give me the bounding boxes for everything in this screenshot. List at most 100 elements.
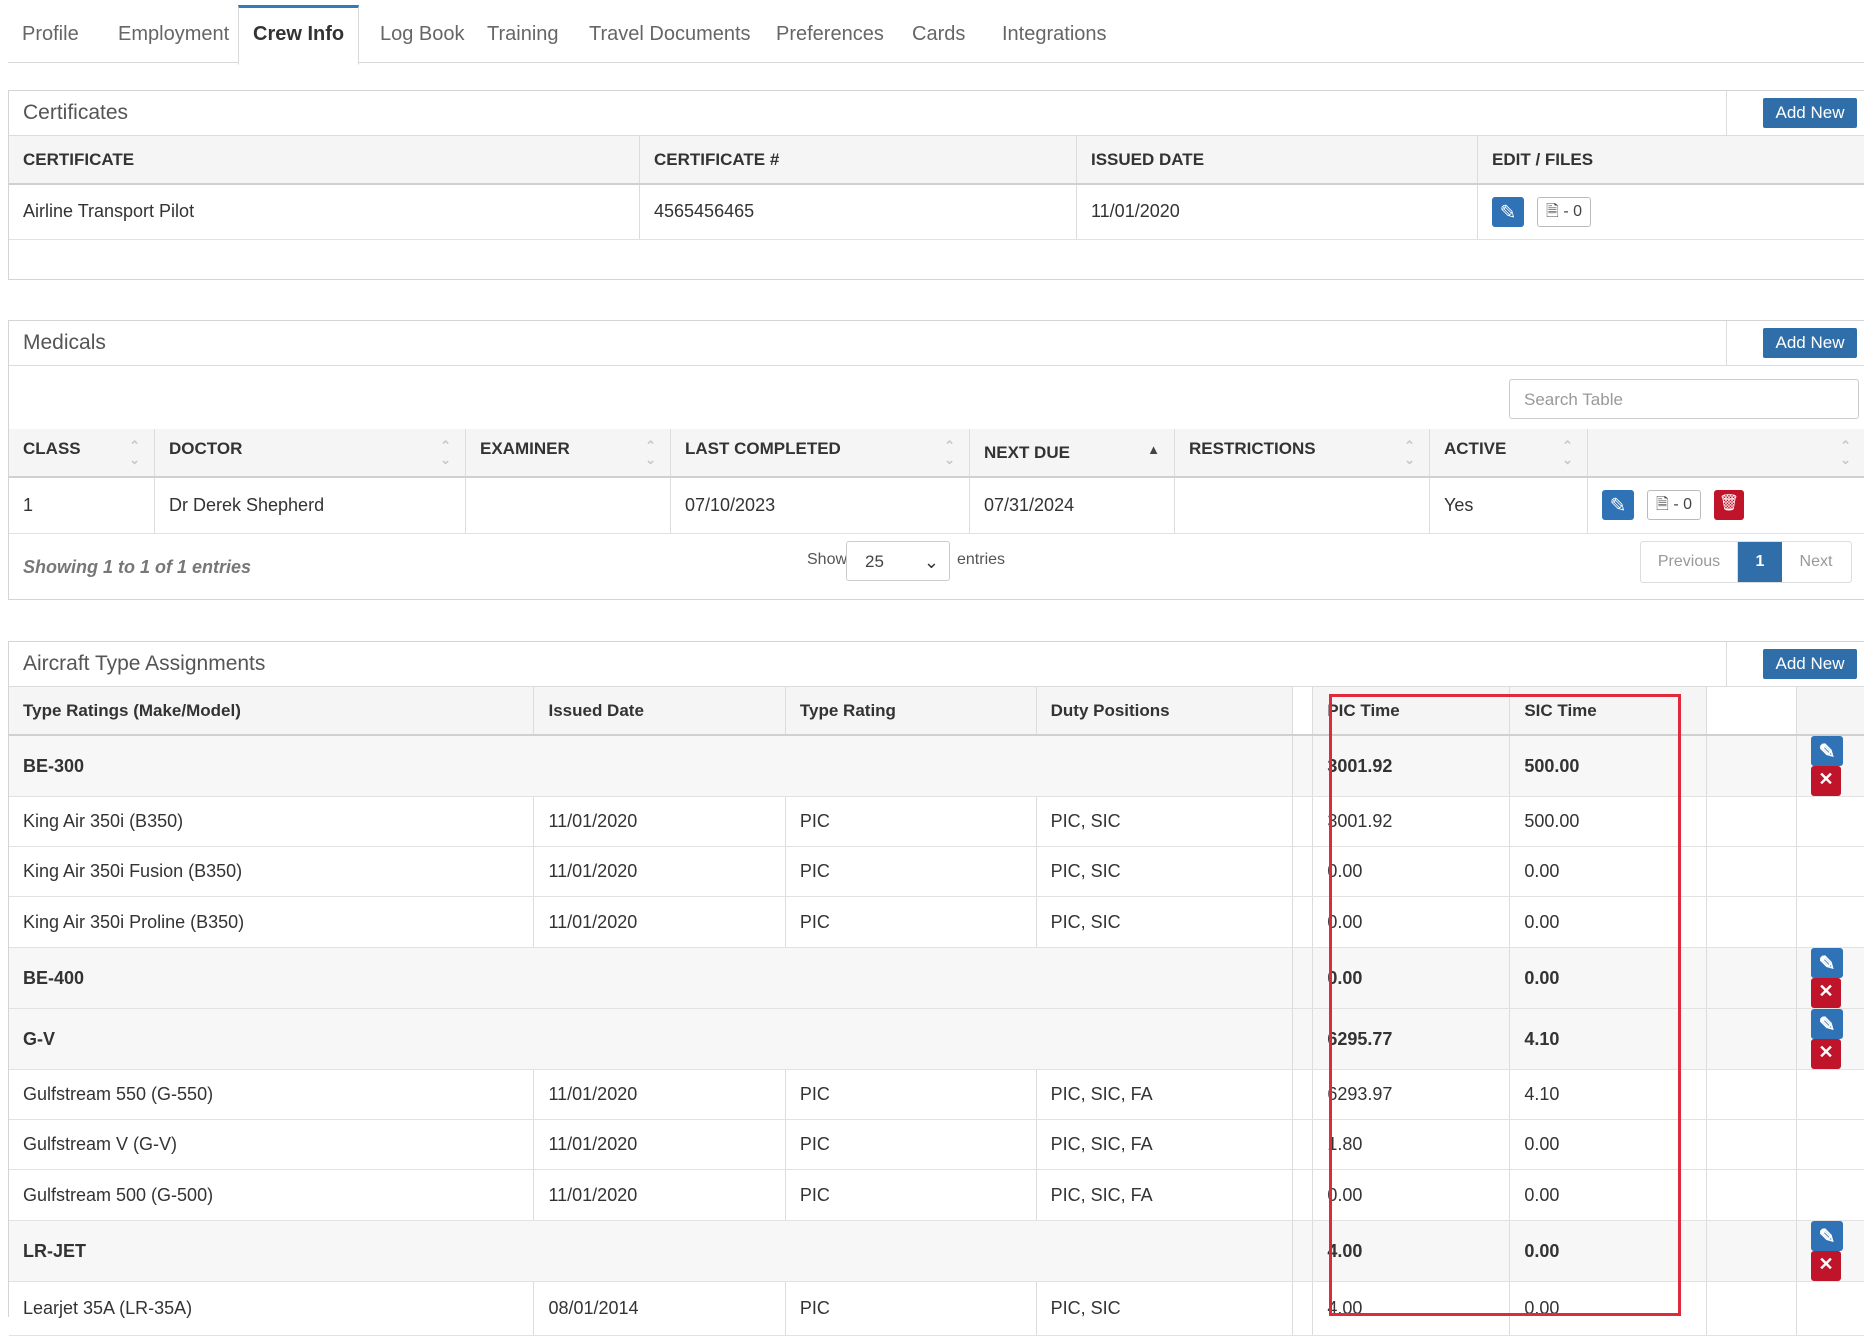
blank-cell <box>1707 1282 1797 1336</box>
trash-icon[interactable] <box>1714 490 1744 520</box>
col-class[interactable]: CLASS⌃⌄ <box>9 429 155 477</box>
sic-time: 0.00 <box>1510 1170 1707 1221</box>
table-row: Gulfstream 500 (G-500)11/01/2020PICPIC, … <box>9 1170 1864 1221</box>
edit-pencil-icon[interactable] <box>1811 736 1843 766</box>
sort-asc-icon: ▲ <box>1147 443 1160 457</box>
issued-date: 11/01/2020 <box>534 1070 785 1120</box>
certificates-panel: Certificates Add New CERTIFICATE CERTIFI… <box>8 90 1864 280</box>
pic-time: 0.00 <box>1313 897 1510 948</box>
tab-integrations[interactable]: Integrations <box>988 6 1121 62</box>
certificates-table: CERTIFICATE CERTIFICATE # ISSUED DATE ED… <box>9 136 1864 240</box>
aircraft-table: Type Ratings (Make/Model) Issued Date Ty… <box>9 687 1864 1336</box>
pic-time: 0.00 <box>1313 1170 1510 1221</box>
col-type-ratings: Type Ratings (Make/Model) <box>9 687 534 735</box>
type-rating: PIC <box>785 897 1036 948</box>
header-divider <box>1726 321 1727 365</box>
page-size-select[interactable]: 25⌄ <box>846 541 950 581</box>
col-doctor[interactable]: DOCTOR⌃⌄ <box>155 429 466 477</box>
tab-log-book[interactable]: Log Book <box>366 6 479 62</box>
certificate-issued: 11/01/2020 <box>1077 184 1478 239</box>
spacer-cell <box>1292 847 1313 897</box>
duty-positions: PIC, SIC <box>1036 897 1292 948</box>
table-row: Gulfstream V (G-V)11/01/2020PICPIC, SIC,… <box>9 1120 1864 1170</box>
spacer-cell <box>1292 1221 1313 1282</box>
medical-next-due: 07/31/2024 <box>970 477 1175 533</box>
add-medical-button[interactable]: Add New <box>1763 328 1857 358</box>
add-aircraft-button[interactable]: Add New <box>1763 649 1857 679</box>
delete-x-icon[interactable] <box>1811 1039 1841 1069</box>
pic-time: 1.80 <box>1313 1120 1510 1170</box>
entries-info: Showing 1 to 1 of 1 entries <box>23 557 251 578</box>
spacer-cell <box>1292 735 1313 797</box>
delete-x-icon[interactable] <box>1811 1251 1841 1281</box>
col-active[interactable]: ACTIVE⌃⌄ <box>1430 429 1588 477</box>
type-name: Gulfstream V (G-V) <box>9 1120 534 1170</box>
tab-cards[interactable]: Cards <box>898 6 979 62</box>
table-row: 1 Dr Derek Shepherd 07/10/2023 07/31/202… <box>9 477 1864 533</box>
col-examiner-label: EXAMINER <box>480 439 570 458</box>
edit-pencil-icon[interactable] <box>1811 948 1843 978</box>
page-1-button[interactable]: 1 <box>1738 542 1782 582</box>
medical-last-completed: 07/10/2023 <box>671 477 970 533</box>
sort-icon: ⌃⌄ <box>1840 439 1851 467</box>
certificates-title: Certificates <box>23 91 128 135</box>
tab-crew-info[interactable]: Crew Info <box>238 5 359 65</box>
col-next-due[interactable]: NEXT DUE▲ <box>970 429 1175 477</box>
col-sic-time: SIC Time <box>1510 687 1707 735</box>
file-icon: 🗎 <box>1546 203 1559 220</box>
file-icon: 🗎 <box>1656 496 1669 513</box>
search-input[interactable]: Search Table <box>1509 379 1859 419</box>
tab-training[interactable]: Training <box>473 6 573 62</box>
blank-cell <box>1707 1221 1797 1282</box>
type-rating: PIC <box>785 1070 1036 1120</box>
next-button[interactable]: Next <box>1782 542 1850 582</box>
sic-time: 0.00 <box>1510 1120 1707 1170</box>
medicals-panel: Medicals Add New Search Table CLASS⌃⌄ DO… <box>8 320 1864 600</box>
col-restrictions[interactable]: RESTRICTIONS ⌃⌄ <box>1175 429 1430 477</box>
blank-cell <box>1707 847 1797 897</box>
delete-x-icon[interactable] <box>1811 766 1841 796</box>
tab-travel-documents[interactable]: Travel Documents <box>575 6 765 62</box>
edit-pencil-icon[interactable] <box>1492 197 1524 227</box>
tab-profile[interactable]: Profile <box>8 6 93 62</box>
issued-date: 11/01/2020 <box>534 1170 785 1221</box>
duty-positions: PIC, SIC <box>1036 847 1292 897</box>
spacer-cell <box>1292 1009 1313 1070</box>
duty-positions: PIC, SIC, FA <box>1036 1170 1292 1221</box>
edit-pencil-icon[interactable] <box>1602 490 1634 520</box>
type-rating: PIC <box>785 847 1036 897</box>
col-row-actions <box>1797 687 1864 735</box>
pic-time: 4.00 <box>1313 1221 1510 1282</box>
certificates-header: Certificates Add New <box>9 91 1864 136</box>
aircraft-panel: Aircraft Type Assignments Add New Type R… <box>8 641 1864 1317</box>
col-examiner[interactable]: EXAMINER⌃⌄ <box>466 429 671 477</box>
col-last-completed[interactable]: LAST COMPLETED⌃⌄ <box>671 429 970 477</box>
issued-date: 11/01/2020 <box>534 1120 785 1170</box>
certificate-number: 4565456465 <box>640 184 1077 239</box>
type-name: King Air 350i (B350) <box>9 797 534 847</box>
blank-cell <box>1707 1009 1797 1070</box>
files-button[interactable]: 🗎 - 0 <box>1647 490 1701 520</box>
col-restrictions-label: RESTRICTIONS <box>1189 439 1316 458</box>
sort-icon: ⌃⌄ <box>129 439 140 467</box>
sic-time: 0.00 <box>1510 897 1707 948</box>
delete-x-icon[interactable] <box>1811 978 1841 1008</box>
edit-pencil-icon[interactable] <box>1811 1009 1843 1039</box>
certificate-actions: 🗎 - 0 <box>1478 184 1864 239</box>
col-certificate[interactable]: CERTIFICATE <box>9 136 640 184</box>
tab-preferences[interactable]: Preferences <box>762 6 898 62</box>
previous-button[interactable]: Previous <box>1641 542 1738 582</box>
col-actions[interactable]: ⌃⌄ <box>1588 429 1864 477</box>
group-name: BE-300 <box>9 735 1292 797</box>
sort-icon: ⌃⌄ <box>1404 439 1415 467</box>
files-button[interactable]: 🗎 - 0 <box>1537 197 1591 227</box>
spacer-cell <box>1292 897 1313 948</box>
spacer-cell <box>1292 797 1313 847</box>
add-certificate-button[interactable]: Add New <box>1763 98 1857 128</box>
medical-examiner <box>466 477 671 533</box>
col-certificate-number[interactable]: CERTIFICATE # <box>640 136 1077 184</box>
duty-positions: PIC, SIC, FA <box>1036 1070 1292 1120</box>
tab-employment[interactable]: Employment <box>104 6 243 62</box>
col-issued-date[interactable]: ISSUED DATE <box>1077 136 1478 184</box>
edit-pencil-icon[interactable] <box>1811 1221 1843 1251</box>
